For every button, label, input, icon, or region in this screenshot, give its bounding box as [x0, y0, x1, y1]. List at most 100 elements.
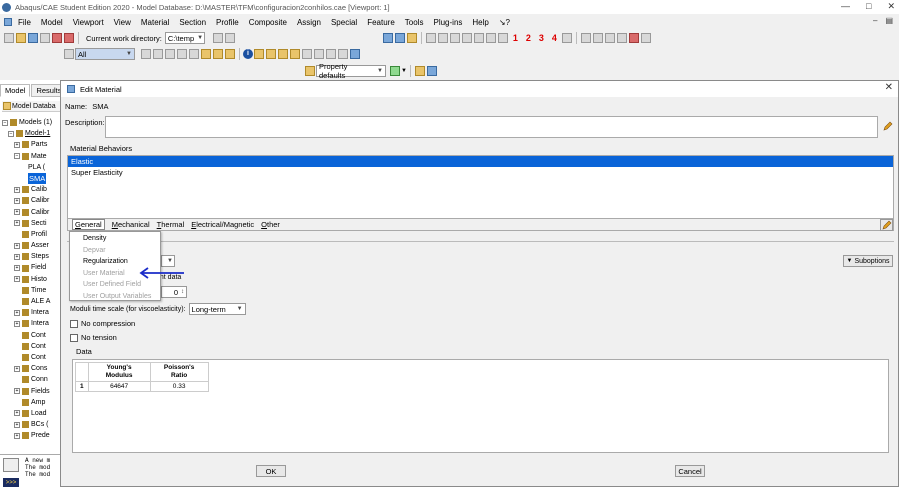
- expand-icon[interactable]: +: [14, 388, 20, 395]
- collapse-icon[interactable]: −: [2, 119, 8, 126]
- tree-item[interactable]: + Load: [2, 408, 62, 419]
- material-menu-general[interactable]: General: [72, 219, 105, 230]
- menu-help[interactable]: Help: [472, 18, 488, 27]
- menu-feature[interactable]: Feature: [367, 18, 395, 27]
- tree-item[interactable]: + Calibr: [2, 207, 62, 218]
- query-icon[interactable]: [52, 33, 62, 43]
- material-menu-mechanical[interactable]: Mechanical: [112, 220, 150, 229]
- tree-item[interactable]: SMA: [2, 172, 62, 185]
- suboptions-button[interactable]: ▼ Suboptions: [843, 255, 893, 267]
- view-iso-icon[interactable]: [497, 33, 508, 43]
- render-wire-icon[interactable]: [394, 33, 405, 43]
- redo-icon[interactable]: [326, 49, 336, 59]
- select-box-icon[interactable]: [141, 49, 151, 59]
- menu-viewport[interactable]: Viewport: [73, 18, 104, 27]
- select-poly-icon[interactable]: [165, 49, 175, 59]
- triad-icon[interactable]: [561, 33, 572, 43]
- tree-item[interactable]: Cont: [2, 330, 62, 341]
- rotate-icon[interactable]: [592, 33, 603, 43]
- menu-view[interactable]: View: [114, 18, 131, 27]
- command-prompt-icon[interactable]: >>>: [3, 478, 19, 487]
- no-compression-checkbox[interactable]: [70, 319, 78, 328]
- view-4-button[interactable]: 4: [552, 33, 557, 43]
- expand-icon[interactable]: +: [14, 309, 20, 316]
- render-shaded-icon[interactable]: [382, 33, 393, 43]
- material-menu-other[interactable]: Other: [261, 220, 280, 229]
- auto-fit-icon[interactable]: [628, 33, 639, 43]
- no-tension-row[interactable]: No tension: [70, 333, 117, 342]
- menu-file[interactable]: File: [18, 18, 31, 27]
- expand-icon[interactable]: +: [14, 265, 20, 272]
- no-compression-row[interactable]: No compression: [70, 319, 135, 328]
- behavior-elastic[interactable]: Elastic: [68, 156, 893, 167]
- tree-item[interactable]: Conn: [2, 374, 62, 385]
- menu-special[interactable]: Special: [331, 18, 357, 27]
- expand-icon[interactable]: +: [14, 220, 20, 227]
- render-hidden-icon[interactable]: [406, 33, 417, 43]
- tab-model[interactable]: Model: [0, 84, 31, 97]
- app-menu-icon[interactable]: [4, 18, 12, 26]
- tree-item[interactable]: + Field: [2, 262, 62, 273]
- mdi-restore-button[interactable]: ▤: [885, 16, 893, 25]
- part-color-icon[interactable]: [225, 49, 235, 59]
- tree-item[interactable]: − Model-1: [2, 128, 62, 139]
- color-mapping-icon[interactable]: [390, 66, 400, 76]
- save-icon[interactable]: [28, 33, 38, 43]
- tree-item[interactable]: + Calib: [2, 184, 62, 195]
- tree-item[interactable]: Cont: [2, 352, 62, 363]
- dropdown-item-regularization[interactable]: Regularization: [70, 256, 160, 268]
- pan-icon[interactable]: [580, 33, 591, 43]
- behavior-super-elasticity[interactable]: Super Elasticity: [68, 167, 893, 178]
- view-top-icon[interactable]: [449, 33, 460, 43]
- tree-item[interactable]: Profil: [2, 229, 62, 240]
- tree-item[interactable]: + Intera: [2, 318, 62, 329]
- property-defaults-combo[interactable]: Property defaults ▼: [316, 62, 386, 80]
- menu-material[interactable]: Material: [141, 18, 169, 27]
- zoom-box-icon[interactable]: [616, 33, 627, 43]
- menu-tools[interactable]: Tools: [405, 18, 424, 27]
- menu-model[interactable]: Model: [41, 18, 63, 27]
- view-left-icon[interactable]: [473, 33, 484, 43]
- poissons-ratio-cell[interactable]: 0.33: [149, 381, 209, 392]
- print-icon[interactable]: [40, 33, 50, 43]
- collapse-icon[interactable]: −: [8, 130, 14, 137]
- expand-icon[interactable]: +: [14, 276, 20, 283]
- maximize-button[interactable]: □: [866, 1, 871, 12]
- expand-icon[interactable]: +: [14, 410, 20, 417]
- close-icon[interactable]: ✕: [885, 82, 893, 93]
- tree-item[interactable]: + Fields: [2, 386, 62, 397]
- youngs-modulus-cell[interactable]: 64647: [87, 381, 151, 392]
- grid-icon[interactable]: [350, 49, 360, 59]
- part-instance-icon[interactable]: [201, 49, 211, 59]
- menu-section[interactable]: Section: [179, 18, 206, 27]
- expand-icon[interactable]: +: [14, 365, 20, 372]
- expand-icon[interactable]: +: [14, 141, 20, 148]
- elastic-type-combo[interactable]: ▼: [161, 255, 175, 267]
- view-bottom-icon[interactable]: [461, 33, 472, 43]
- minimize-button[interactable]: —: [841, 1, 850, 12]
- tree-item[interactable]: + Histo: [2, 274, 62, 285]
- expand-icon[interactable]: +: [14, 253, 20, 260]
- sphere-half-icon[interactable]: [266, 49, 276, 59]
- layer-icon[interactable]: [414, 66, 425, 76]
- view-2-button[interactable]: 2: [526, 33, 531, 43]
- tree-item[interactable]: + Prede: [2, 430, 62, 441]
- cancel-button[interactable]: Cancel: [675, 465, 705, 477]
- expand-icon[interactable]: +: [14, 320, 20, 327]
- material-menu-thermal[interactable]: Thermal: [157, 220, 185, 229]
- view-back-icon[interactable]: [437, 33, 448, 43]
- tree-item[interactable]: + Cons: [2, 363, 62, 374]
- tree-item[interactable]: + Secti: [2, 218, 62, 229]
- sphere-icon[interactable]: [254, 49, 264, 59]
- sphere-fill-icon[interactable]: [278, 49, 288, 59]
- close-window-button[interactable]: ✕: [887, 1, 895, 12]
- chevron-down-icon[interactable]: ▼: [401, 68, 407, 74]
- menu-plugins[interactable]: Plug-ins: [433, 18, 462, 27]
- tool-icon[interactable]: [64, 33, 74, 43]
- magnify-icon[interactable]: [604, 33, 615, 43]
- notes-icon[interactable]: [212, 33, 223, 43]
- menu-assign[interactable]: Assign: [297, 18, 321, 27]
- new-file-icon[interactable]: [4, 33, 14, 43]
- tree-item[interactable]: − Mate: [2, 151, 62, 162]
- tree-item[interactable]: PLA (: [2, 162, 62, 173]
